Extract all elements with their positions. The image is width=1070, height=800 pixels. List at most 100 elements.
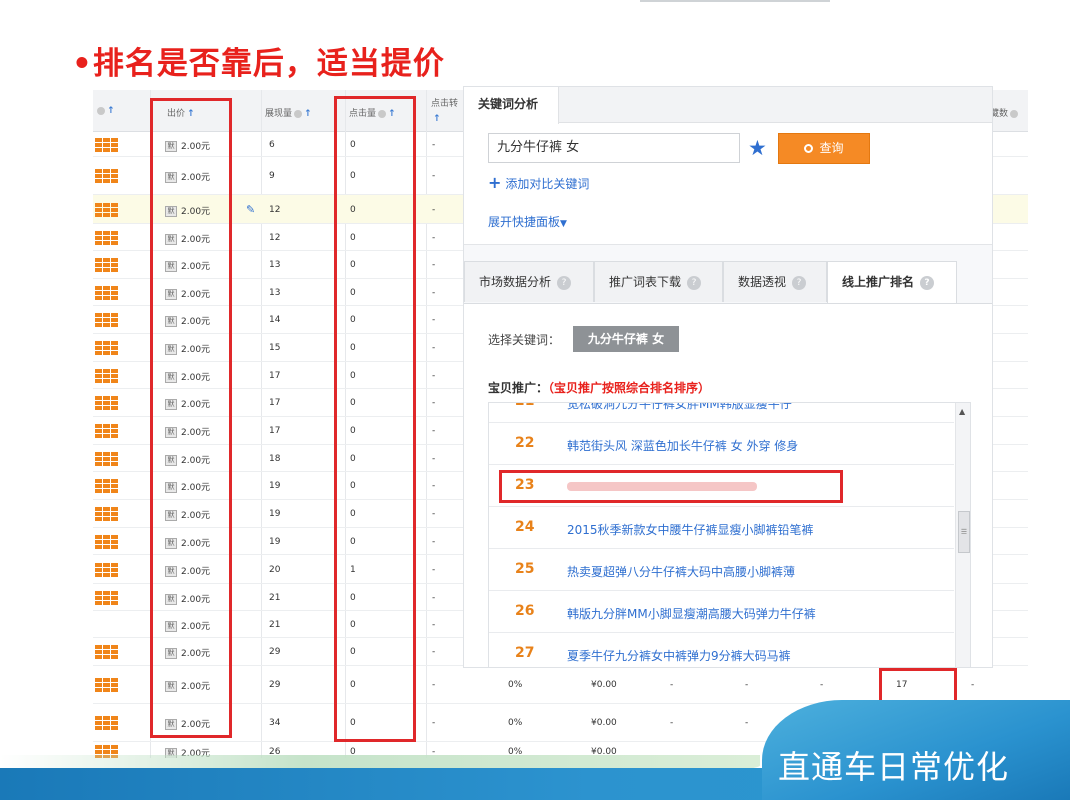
slide: •排名是否靠后，适当提价 ↑ 出价 ↑ 展现量 ↑ 点击量 ↑ 点击转 ↑ 藏数 默2…: [0, 0, 1070, 800]
data-cell: -: [745, 718, 749, 728]
grid-icon[interactable]: [95, 203, 118, 217]
grid-icon[interactable]: [95, 258, 118, 272]
rate-cell: -: [432, 371, 436, 381]
rate-cell: -: [432, 233, 436, 243]
rank-item-title[interactable]: 韩范街头风 深蓝色加长牛仔裤 女 外穿 修身: [567, 437, 798, 454]
help-icon: [294, 109, 303, 118]
grid-icon[interactable]: [95, 341, 118, 355]
cost-cell: ¥0.00: [591, 718, 617, 728]
grid-icon[interactable]: [95, 645, 118, 659]
expand-quick-panel-link[interactable]: 展开快捷面板▼: [488, 213, 567, 230]
rate-cell: -: [432, 537, 436, 547]
rank-item-title[interactable]: 宽松破洞九分牛仔裤女胖MM韩版显瘦牛仔: [567, 403, 792, 412]
grid-icon[interactable]: [95, 369, 118, 383]
top-divider: [640, 0, 830, 2]
grid-icon[interactable]: [95, 479, 118, 493]
percent-cell: 0%: [508, 718, 523, 728]
rank-item-title[interactable]: 韩版九分胖MM小脚显瘦潮高腰大码弹力牛仔裤: [567, 605, 816, 622]
star-icon[interactable]: ★: [748, 136, 767, 160]
scroll-up-arrow-icon[interactable]: ▲: [959, 407, 965, 416]
online-ranking-content: 选择关键词： 九分牛仔裤 女 宝贝推广：（宝贝推广按照综合排名排序） 21 宽松破…: [464, 303, 992, 667]
rank-row[interactable]: 21 宽松破洞九分牛仔裤女胖MM韩版显瘦牛仔: [489, 403, 954, 423]
rank-item-title[interactable]: 热卖夏超弹八分牛仔裤大码中高腰小脚裤薄: [567, 563, 795, 580]
rank-item-title[interactable]: 夏季牛仔九分裤女中裤弹力9分裤大码马裤: [567, 647, 791, 664]
header-right[interactable]: 藏数: [990, 106, 1019, 119]
query-button[interactable]: 查询: [778, 133, 870, 164]
grid-icon[interactable]: [95, 231, 118, 245]
add-compare-keyword-link[interactable]: + 添加对比关键词: [488, 173, 589, 192]
promo-label-text: 宝贝推广：: [488, 381, 549, 395]
tab-online-ranking[interactable]: 线上推广排名?: [827, 261, 957, 304]
data-cell: -: [971, 680, 975, 690]
grid-icon[interactable]: [95, 507, 118, 521]
grid-icon[interactable]: [95, 169, 118, 183]
impressions-cell: 17: [269, 398, 281, 408]
sort-arrow-icon[interactable]: ↑: [431, 114, 441, 124]
rank-item-title[interactable]: 2015秋季新款女中腰牛仔裤显瘦小脚裤铅笔裤: [567, 521, 814, 538]
rank-row[interactable]: 25 热卖夏超弹八分牛仔裤大码中高腰小脚裤薄: [489, 549, 954, 591]
header-impressions[interactable]: 展现量 ↑: [265, 106, 312, 119]
grid-icon[interactable]: [95, 424, 118, 438]
rank-row[interactable]: 22 韩范街头风 深蓝色加长牛仔裤 女 外穿 修身: [489, 423, 954, 465]
data-cell: -: [745, 680, 749, 690]
edit-pencil-icon[interactable]: ✎: [246, 203, 255, 216]
header-ctr-label: 点击转: [431, 99, 459, 109]
grid-icon[interactable]: [95, 716, 118, 730]
query-button-label: 查询: [819, 141, 844, 155]
impressions-cell: 12: [269, 205, 281, 215]
help-icon: [97, 106, 105, 115]
rate-cell: -: [432, 593, 436, 603]
percent-cell: 0%: [508, 680, 523, 690]
rate-cell: -: [432, 426, 436, 436]
grid-icon[interactable]: [95, 286, 118, 300]
impressions-cell: 6: [269, 140, 275, 150]
rate-cell: -: [432, 680, 436, 690]
grid-icon[interactable]: [95, 678, 118, 692]
rate-cell: -: [432, 205, 436, 215]
tab-data-pivot[interactable]: 数据透视?: [723, 261, 827, 302]
impressions-cell: 21: [269, 593, 281, 603]
sort-header-first[interactable]: ↑: [95, 106, 115, 116]
sort-arrow-icon: ↑: [304, 109, 312, 119]
grid-icon[interactable]: [95, 591, 118, 605]
tab-keyword-analysis[interactable]: 关键词分析: [464, 87, 559, 124]
plus-icon: +: [488, 173, 502, 192]
grid-icon[interactable]: [95, 452, 118, 466]
grid-icon[interactable]: [95, 313, 118, 327]
grid-icon[interactable]: [95, 396, 118, 410]
grid-icon[interactable]: [95, 535, 118, 549]
scrollbar[interactable]: ▲ ☰: [955, 403, 970, 667]
impressions-cell: 9: [269, 171, 275, 181]
rank-row[interactable]: 26 韩版九分胖MM小脚显瘦潮高腰大码弹力牛仔裤: [489, 591, 954, 633]
help-icon: ?: [792, 275, 807, 290]
rate-cell: -: [432, 620, 436, 630]
promo-note: （宝贝推广按照综合排名排序）: [548, 381, 711, 395]
header-ctr[interactable]: 点击转: [431, 96, 458, 109]
clicks-column-highlight: [334, 96, 416, 742]
impressions-cell: 29: [269, 680, 281, 690]
rank-number: 24: [515, 519, 535, 535]
impressions-cell: 19: [269, 509, 281, 519]
tab-keyword-download[interactable]: 推广词表下载?: [594, 261, 723, 302]
tab-market-data[interactable]: 市场数据分析?: [464, 261, 594, 302]
grid-icon[interactable]: [95, 563, 118, 577]
rate-cell: -: [432, 718, 436, 728]
scroll-thumb[interactable]: ☰: [958, 511, 970, 553]
rank-23-highlight: [499, 470, 843, 503]
impressions-cell: 13: [269, 260, 281, 270]
impressions-cell: 17: [269, 371, 281, 381]
caret-down-icon: ▼: [560, 219, 567, 229]
help-icon: [1010, 109, 1019, 118]
rank-row[interactable]: 27 夏季牛仔九分裤女中裤弹力9分裤大码马裤: [489, 633, 954, 667]
grid-icon[interactable]: [95, 138, 118, 152]
rank-row[interactable]: 24 2015秋季新款女中腰牛仔裤显瘦小脚裤铅笔裤: [489, 507, 954, 549]
footer-caption: 直通车日常优化: [778, 748, 1010, 786]
selected-keyword-chip[interactable]: 九分牛仔裤 女: [573, 326, 679, 352]
tab-label: 推广词表下载: [609, 275, 682, 289]
keyword-search-input[interactable]: 九分牛仔裤 女: [488, 133, 740, 163]
select-keyword-label: 选择关键词：: [488, 333, 561, 347]
tab-label: 数据透视: [738, 275, 787, 289]
add-compare-label: 添加对比关键词: [505, 177, 590, 191]
rate-cell: -: [432, 509, 436, 519]
item-promotion-label: 宝贝推广：（宝贝推广按照综合排名排序）: [488, 379, 710, 396]
